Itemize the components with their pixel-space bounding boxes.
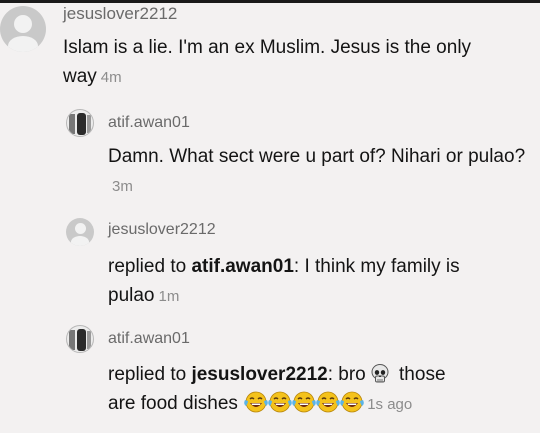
comment-body-part2: those	[393, 364, 446, 385]
mentioned-username[interactable]: atif.awan01	[191, 256, 293, 277]
comment-body-part1: : bro	[327, 364, 366, 385]
face-with-tears-of-joy-emoji-icon	[292, 391, 317, 413]
photo-avatar[interactable]	[66, 109, 94, 137]
comment-timestamp: 4m	[100, 69, 122, 86]
skull-emoji-icon	[371, 364, 389, 383]
reply-prefix: replied to	[108, 256, 192, 277]
face-with-tears-of-joy-emoji-icon	[340, 391, 365, 413]
comment-timestamp: 3m	[112, 178, 133, 195]
comment-body-part3: are food dishes	[108, 393, 244, 414]
comment-username[interactable]: jesuslover2212	[108, 221, 216, 239]
comment-text: Islam is a lie. I'm an ex Muslim. Jesus …	[63, 33, 523, 92]
comment-timestamp: 1s ago	[367, 396, 413, 413]
comment-text: replied to atif.awan01: I think my famil…	[108, 252, 528, 311]
comment-username[interactable]: jesuslover2212	[63, 4, 177, 24]
top-edge-bar	[0, 0, 540, 3]
default-avatar-icon[interactable]	[66, 218, 94, 246]
comment-username[interactable]: atif.awan01	[108, 114, 190, 132]
comment-text: replied to jesuslover2212: bro those	[108, 360, 528, 389]
comment-username[interactable]: atif.awan01	[108, 330, 190, 348]
comment-body: Islam is a lie. I'm an ex Muslim. Jesus …	[63, 37, 472, 87]
comment-text: Damn. What sect were u part of? Nihari o…	[108, 142, 528, 201]
comment-timestamp: 1m	[158, 288, 180, 305]
laugh-emoji-row: are food dishes 1s ago	[108, 389, 538, 419]
face-with-tears-of-joy-emoji-icon	[244, 391, 269, 413]
laugh-emoji-group	[243, 391, 365, 414]
face-with-tears-of-joy-emoji-icon	[268, 391, 293, 413]
default-avatar-icon[interactable]	[0, 6, 46, 52]
face-with-tears-of-joy-emoji-icon	[316, 391, 341, 413]
reply-prefix: replied to	[108, 364, 192, 385]
photo-avatar[interactable]	[66, 325, 94, 353]
mentioned-username[interactable]: jesuslover2212	[191, 364, 327, 385]
comment-body: Damn. What sect were u part of? Nihari o…	[108, 146, 526, 167]
